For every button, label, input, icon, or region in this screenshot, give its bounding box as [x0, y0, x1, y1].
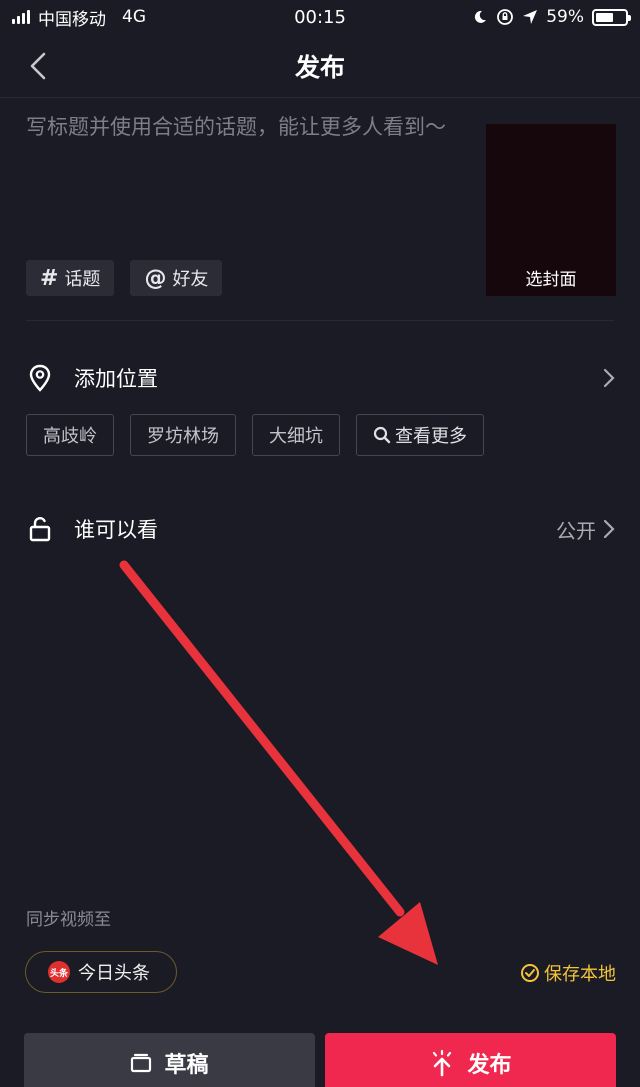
at-icon: @: [144, 265, 167, 291]
hashtag-icon: #: [40, 265, 59, 291]
draft-button-label: 草稿: [164, 1053, 209, 1078]
search-icon: [373, 426, 391, 444]
battery-fill: [596, 12, 613, 22]
visibility-value: 公开: [556, 518, 596, 543]
topic-chip[interactable]: # 话题: [26, 260, 115, 296]
visibility-label: 谁可以看: [74, 518, 158, 542]
status-right: 59%: [472, 7, 631, 27]
battery-percent: 59%: [546, 7, 584, 27]
orientation-lock-icon: [497, 9, 514, 25]
battery-icon: [592, 8, 631, 26]
location-suggestions: 高歧岭 罗坊林场 大细坑 查看更多: [26, 414, 484, 456]
moon-icon: [475, 10, 487, 23]
location-tag[interactable]: 高歧岭: [26, 414, 114, 456]
location-tag[interactable]: 大细坑: [252, 414, 340, 456]
location-pin-icon: [26, 364, 54, 392]
save-local-label: 保存本地: [544, 964, 616, 985]
mention-chip-label: 好友: [172, 269, 209, 290]
add-location-row[interactable]: 添加位置: [26, 358, 616, 398]
draft-button[interactable]: 草稿: [24, 1033, 315, 1087]
save-local-toggle[interactable]: 保存本地: [520, 960, 616, 986]
location-tag[interactable]: 罗坊林场: [130, 414, 236, 456]
caption-placeholder: 写标题并使用合适的话题，能让更多人看到～: [26, 115, 446, 139]
nav-bar: 发布: [0, 34, 640, 98]
publish-button-label: 发布: [467, 1053, 512, 1078]
see-more-locations-button[interactable]: 查看更多: [356, 414, 484, 456]
location-tag-label: 大细坑: [269, 426, 323, 447]
location-tag-label: 高歧岭: [43, 426, 97, 447]
see-more-label: 查看更多: [395, 426, 467, 447]
visibility-row[interactable]: 谁可以看 公开: [26, 509, 616, 549]
publish-button[interactable]: 发布: [325, 1033, 616, 1087]
toutiao-logo-icon: 头条: [48, 961, 70, 983]
carrier-name: 中国移动: [38, 9, 106, 30]
sync-toutiao-toggle[interactable]: 头条 今日头条: [25, 951, 177, 993]
toutiao-label: 今日头条: [78, 963, 150, 984]
page-title: 发布: [294, 52, 345, 82]
cover-thumbnail[interactable]: 选封面: [486, 124, 616, 296]
topic-chip-label: 话题: [64, 269, 101, 290]
caption-chips: # 话题 @ 好友: [26, 260, 223, 296]
select-cover-label: 选封面: [525, 270, 577, 290]
chevron-right-icon: [602, 518, 616, 540]
signal-icon: [12, 10, 30, 24]
publish-upload-icon: [433, 1049, 452, 1077]
location-arrow-icon: [523, 10, 538, 24]
add-location-label: 添加位置: [74, 367, 158, 391]
chevron-right-icon: [602, 367, 616, 389]
mention-chip[interactable]: @ 好友: [130, 260, 223, 296]
chevron-left-icon: [30, 52, 46, 80]
check-circle-icon: [521, 964, 539, 982]
back-button[interactable]: [20, 48, 56, 84]
status-left: 中国移动 4G: [12, 5, 146, 30]
unlock-icon: [26, 515, 54, 543]
network-type: 4G: [122, 7, 146, 27]
status-bar: 中国移动 4G 00:15 59%: [0, 0, 640, 34]
sync-label: 同步视频至: [26, 910, 111, 930]
divider: [26, 320, 614, 321]
caption-input[interactable]: 写标题并使用合适的话题，能让更多人看到～: [26, 112, 466, 142]
draft-box-icon: [131, 1053, 152, 1073]
location-tag-label: 罗坊林场: [147, 426, 219, 447]
